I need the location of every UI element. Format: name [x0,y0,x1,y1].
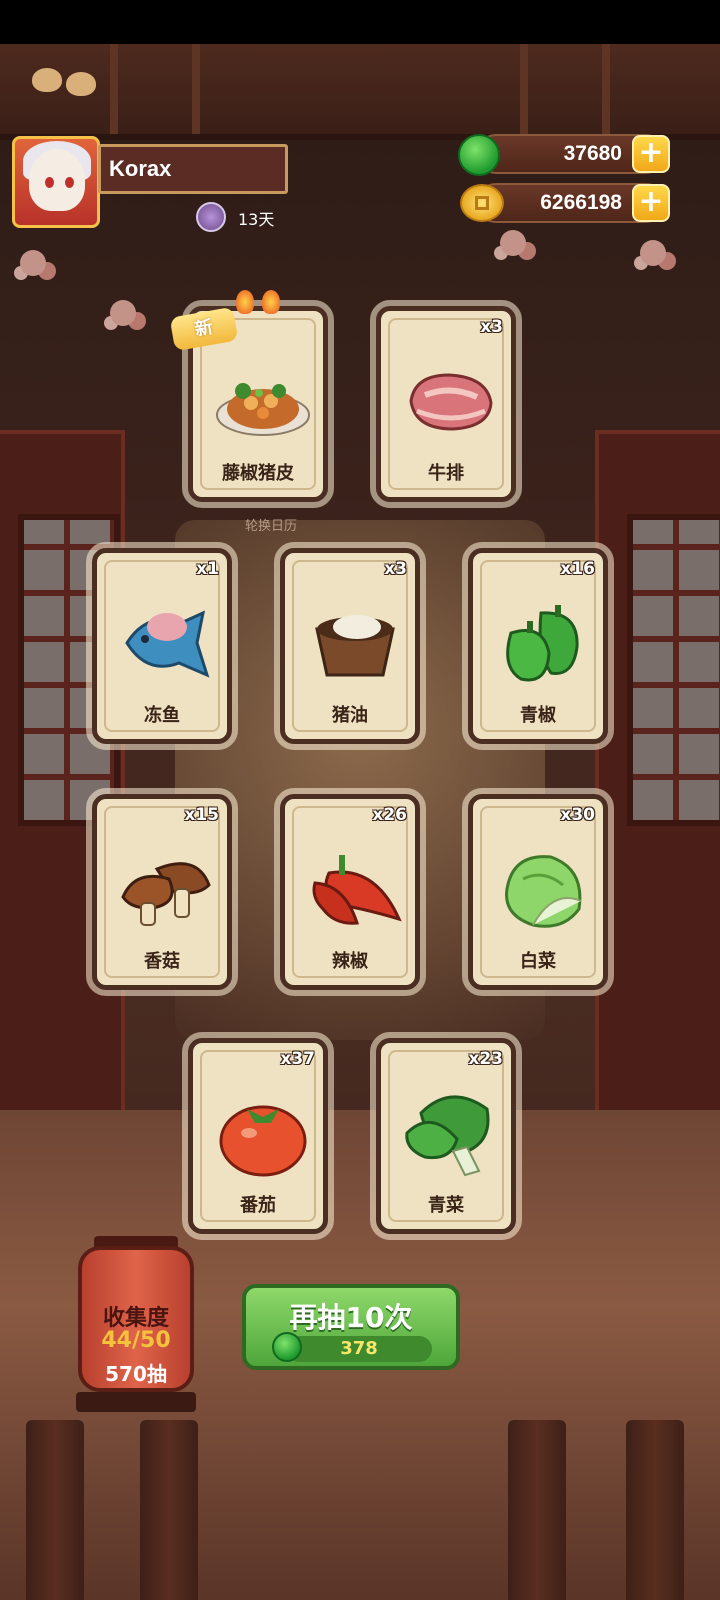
card-name: 番茄 [240,1195,276,1216]
cabbage-icon [505,855,582,928]
lantern-stand [76,1392,196,1412]
coin-amount: 6266198 [540,191,622,214]
card-count: x16 [560,559,595,579]
draw-cost: 378 [272,1332,432,1362]
card-green-pepper[interactable]: x16 青椒 [462,542,614,750]
right-wall [595,430,720,1120]
add-jade-button[interactable]: + [632,135,670,173]
player-name-box[interactable]: Korax [98,144,288,194]
collection-progress: 44/50 [101,1328,171,1353]
card-count: x3 [480,317,503,337]
card-name: 青椒 [520,705,556,726]
steak-icon [409,373,493,431]
card-name: 青菜 [428,1195,464,1216]
tomato-icon [219,1105,307,1177]
card-name: 辣椒 [332,951,368,972]
card-count: x37 [280,1049,315,1069]
collection-lantern[interactable]: 收集度 44/50 570抽 [78,1246,194,1392]
flame-icon [236,290,254,314]
card-count: x30 [560,805,595,825]
card-name: 牛排 [428,463,464,484]
card-name: 藤椒猪皮 [222,463,294,484]
coin-icon [460,184,504,222]
green-pepper-icon [506,605,579,682]
roof-beam [0,44,720,140]
jade-icon [458,134,500,176]
lard-icon [315,615,395,677]
card-count: x1 [196,559,219,579]
draw-again-button[interactable]: 再抽10次 378 [242,1284,460,1370]
card-name: 香菇 [144,951,180,972]
card-name: 白菜 [520,951,556,972]
add-coins-button[interactable]: + [632,184,670,222]
chick-decoration [32,68,62,92]
collection-draws: 570抽 [105,1362,167,1386]
card-bok-choy[interactable]: x23 青菜 [370,1032,522,1240]
card-count: x23 [468,1049,503,1069]
card-fish[interactable]: x1 冻鱼 [86,542,238,750]
days-icon [196,202,226,232]
card-tomato[interactable]: x37 番茄 [182,1032,334,1240]
jade-amount: 37680 [563,142,622,165]
blossom-decoration [110,300,136,326]
chick-decoration [66,72,96,96]
draw-cost-value: 378 [340,1338,378,1359]
card-count: x26 [372,805,407,825]
card-cabbage[interactable]: x30 白菜 [462,788,614,996]
chili-icon [312,855,402,925]
card-steak[interactable]: x3 牛排 [370,300,522,508]
status-bar [0,0,720,44]
card-mushroom[interactable]: x15 香菇 [86,788,238,996]
left-wall [0,430,125,1120]
roof-truss [110,44,200,134]
card-lard[interactable]: x3 猪油 [274,542,426,750]
mushroom-icon [121,862,211,926]
fish-icon [125,610,210,678]
player-avatar[interactable] [12,136,100,228]
player-name: Korax [109,156,172,181]
card-chili[interactable]: x26 辣椒 [274,788,426,996]
flame-icon [262,290,280,314]
bok-choy-icon [405,1095,490,1177]
rotate-calendar-label[interactable]: 轮换日历 [245,515,297,534]
dish-icon [216,383,310,436]
roof-truss [520,44,610,134]
blossom-decoration [640,240,666,266]
draw-again-label: 再抽10次 [289,1301,413,1334]
days-counter: 13天 [238,210,275,229]
blossom-decoration [500,230,526,256]
blossom-decoration [20,250,46,276]
card-count: x15 [184,805,219,825]
card-count: x3 [384,559,407,579]
card-name: 猪油 [332,705,368,726]
card-name: 冻鱼 [144,705,180,726]
